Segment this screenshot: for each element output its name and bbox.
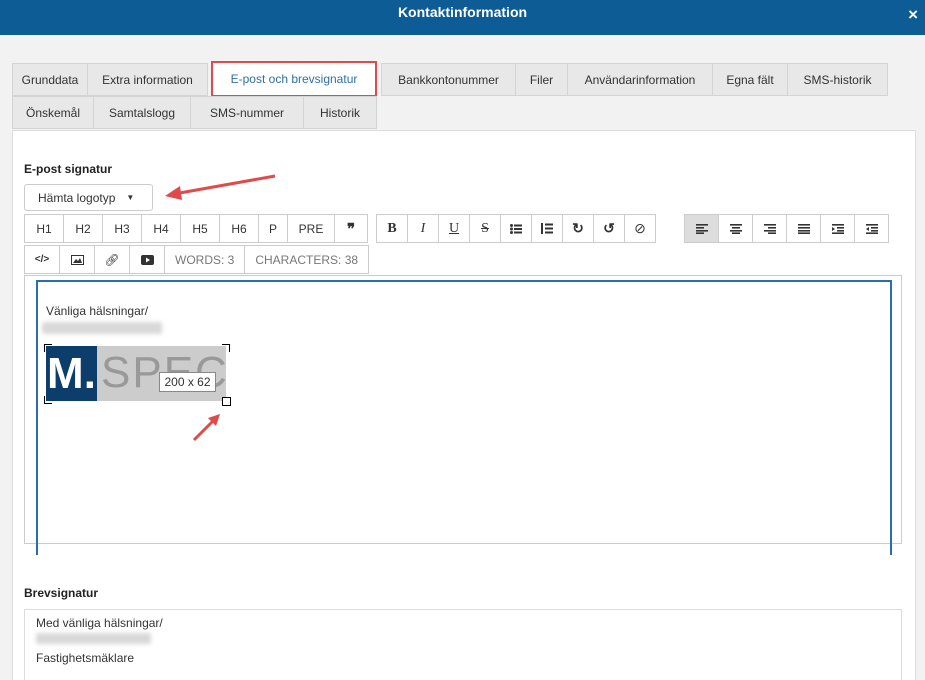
italic-button[interactable]: I: [407, 214, 439, 243]
character-count: CHARACTERS: 38: [244, 245, 370, 274]
email-signature-editor[interactable]: [24, 275, 902, 555]
logo-dropdown-label: Hämta logotyp: [38, 190, 116, 205]
insert-toolbar: </> 🔗︎ WORDS: 3 CHARACTERS: 38: [24, 245, 370, 274]
close-icon[interactable]: ×: [908, 5, 918, 25]
outdent-svg: [831, 223, 844, 234]
redacted-name: [42, 322, 162, 334]
tab-onskemal[interactable]: Önskemål: [12, 96, 94, 129]
align-justify-svg: [797, 223, 810, 234]
window-titlebar: Kontaktinformation ×: [0, 0, 925, 35]
email-signature-heading: E-post signatur: [24, 162, 113, 176]
tab-email-signature[interactable]: E-post och brevsignatur: [211, 61, 377, 97]
indent-icon[interactable]: [854, 214, 889, 243]
align-left-icon[interactable]: [684, 214, 719, 243]
tab-extra-information[interactable]: Extra information: [87, 63, 208, 96]
word-count: WORDS: 3: [164, 245, 246, 274]
pre-button[interactable]: PRE: [287, 214, 335, 243]
logo-dropdown[interactable]: Hämta logotyp ▼: [24, 184, 153, 211]
image-svg: [70, 254, 84, 265]
h3-button[interactable]: H3: [102, 214, 142, 243]
bullet-list-icon[interactable]: [500, 214, 532, 243]
letter-role: Fastighetsmäklare: [36, 651, 135, 665]
annotation-arrow-icon: [165, 174, 276, 200]
logo-mark: M.: [46, 346, 97, 401]
resize-corner-top-right[interactable]: [222, 344, 230, 352]
tab-bar: Grunddata Extra information E-post och b…: [12, 61, 916, 129]
annotation-arrow-icon: [192, 414, 220, 442]
numbered-list-icon[interactable]: [531, 214, 563, 243]
bullet-list-svg: [510, 223, 522, 234]
h4-button[interactable]: H4: [141, 214, 181, 243]
editor-focus-border: [36, 280, 892, 555]
h5-button[interactable]: H5: [180, 214, 220, 243]
tab-samtalslogg[interactable]: Samtalslogg: [93, 96, 191, 129]
clear-format-icon[interactable]: ⊘: [624, 214, 656, 243]
strikethrough-button[interactable]: S: [469, 214, 501, 243]
align-right-icon[interactable]: [752, 214, 787, 243]
redacted-letter-name: [36, 633, 151, 644]
tab-anvandarinformation[interactable]: Användarinformation: [567, 63, 713, 96]
bold-button[interactable]: B: [376, 214, 408, 243]
tab-bankkontonummer[interactable]: Bankkontonummer: [381, 63, 516, 96]
align-center-icon[interactable]: [718, 214, 753, 243]
outdent-icon[interactable]: [820, 214, 855, 243]
undo-icon[interactable]: ↺: [593, 214, 625, 243]
align-center-svg: [729, 223, 742, 234]
link-icon[interactable]: 🔗︎: [94, 245, 130, 274]
image-dimensions-badge: 200 x 62: [159, 372, 216, 392]
h6-button[interactable]: H6: [219, 214, 259, 243]
tab-row-1: Grunddata Extra information E-post och b…: [12, 61, 916, 97]
quote-button[interactable]: ❞: [334, 214, 368, 243]
tab-filer[interactable]: Filer: [515, 63, 568, 96]
letter-signature-heading: Brevsignatur: [24, 586, 99, 600]
align-right-svg: [763, 223, 776, 234]
tab-historik[interactable]: Historik: [303, 96, 377, 129]
h2-button[interactable]: H2: [63, 214, 103, 243]
resize-handle[interactable]: [222, 397, 231, 406]
signature-greeting: Vänliga hälsningar/: [46, 304, 149, 318]
format-toolbar: B I U S ↻ ↺ ⊘: [376, 214, 656, 243]
letter-greeting: Med vänliga hälsningar/: [36, 616, 163, 630]
image-icon[interactable]: [59, 245, 95, 274]
resize-corner-bottom-left[interactable]: [44, 396, 52, 404]
tab-row-2: Önskemål Samtalslogg SMS-nummer Historik: [12, 96, 916, 129]
resize-corner-top-left[interactable]: [44, 344, 52, 352]
tab-sms-historik[interactable]: SMS-historik: [787, 63, 888, 96]
tab-sms-nummer[interactable]: SMS-nummer: [190, 96, 304, 129]
heading-toolbar: H1 H2 H3 H4 H5 H6 P PRE ❞: [24, 214, 368, 243]
align-toolbar: [684, 214, 889, 243]
align-justify-icon[interactable]: [786, 214, 821, 243]
h1-button[interactable]: H1: [24, 214, 64, 243]
align-left-svg: [695, 223, 708, 234]
caret-down-icon: ▼: [126, 193, 135, 202]
tab-egna-falt[interactable]: Egna fält: [712, 63, 788, 96]
numbered-list-svg: [541, 223, 553, 234]
paragraph-button[interactable]: P: [258, 214, 288, 243]
code-icon[interactable]: </>: [24, 245, 60, 274]
video-svg: [140, 254, 154, 265]
video-icon[interactable]: [129, 245, 165, 274]
underline-button[interactable]: U: [438, 214, 470, 243]
tab-grunddata[interactable]: Grunddata: [12, 63, 88, 96]
indent-svg: [865, 223, 878, 234]
redo-icon[interactable]: ↻: [562, 214, 594, 243]
window-title: Kontaktinformation: [397, 4, 528, 20]
